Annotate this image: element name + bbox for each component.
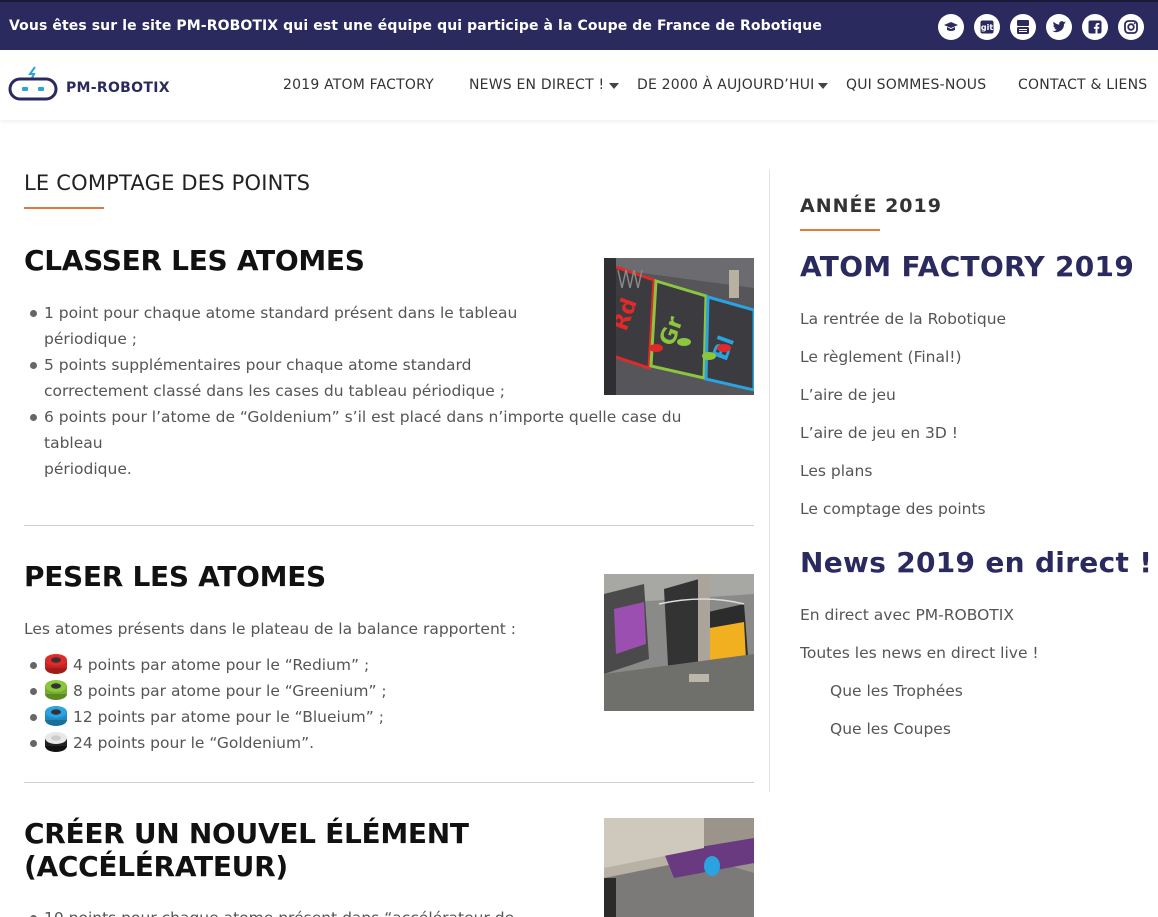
list-item-text: 1 point pour chaque atome standard prése…: [44, 304, 518, 322]
section-title-line: (ACCÉLÉRATEUR): [24, 849, 288, 883]
list-item-text: 10 points pour chaque atome présent dans…: [44, 909, 514, 917]
main-navbar: PM-ROBOTIX 2019 ATOM FACTORY NEWS EN DIR…: [0, 50, 1158, 120]
sidebar-accent-line: [800, 229, 880, 231]
instagram-icon[interactable]: [1118, 14, 1144, 40]
sidebar-link[interactable]: En direct avec PM-ROBOTIX: [800, 606, 1014, 624]
graduation-cap-icon[interactable]: [938, 14, 964, 40]
git-icon[interactable]: git: [974, 14, 1000, 40]
facebook-icon[interactable]: [1082, 14, 1108, 40]
list-item: 24 points pour le “Goldenium”.: [24, 730, 584, 756]
balance-image[interactable]: [604, 574, 754, 711]
sidebar-title-atom-factory[interactable]: ATOM FACTORY 2019: [800, 250, 1134, 283]
list-item-text: 4 points par atome pour le “Redium” ;: [73, 656, 370, 674]
site-logo-text[interactable]: PM-ROBOTIX: [66, 80, 170, 96]
creer-points-list: 10 points pour chaque atome présent dans…: [24, 905, 584, 917]
sidebar-link[interactable]: Toutes les news en direct live !: [800, 644, 1039, 662]
robot-logo-icon[interactable]: [8, 65, 58, 101]
title-accent-line: [24, 207, 104, 209]
list-item: 8 points par atome pour le “Greenium” ;: [24, 678, 584, 704]
top-bar-message: Vous êtes sur le site PM-ROBOTIX qui est…: [9, 18, 822, 34]
page-title: LE COMPTAGE DES POINTS: [24, 171, 311, 195]
nav-news-en-direct[interactable]: NEWS EN DIRECT !: [469, 77, 604, 93]
greenium-atom-icon: [45, 680, 67, 700]
accelerateur-image[interactable]: [604, 818, 754, 917]
chevron-down-icon[interactable]: [818, 83, 828, 89]
twitter-icon[interactable]: [1046, 14, 1072, 40]
nav-de-2000-a-aujourdhui[interactable]: DE 2000 À AUJOURD’HUI: [637, 77, 814, 93]
sidebar-link[interactable]: Le comptage des points: [800, 500, 986, 518]
sidebar-link[interactable]: Les plans: [800, 462, 872, 480]
peser-intro: Les atomes présents dans le plateau de l…: [24, 620, 517, 638]
top-bar: Vous êtes sur le site PM-ROBOTIX qui est…: [0, 0, 1158, 50]
chevron-down-icon[interactable]: [609, 83, 619, 89]
list-item-text: 12 points par atome pour le “Blueium” ;: [73, 708, 384, 726]
sidebar-sublink[interactable]: Que les Coupes: [830, 720, 951, 738]
sidebar-link[interactable]: L’aire de jeu en 3D !: [800, 424, 958, 442]
nav-qui-sommes-nous[interactable]: QUI SOMMES-NOUS: [846, 77, 986, 93]
sidebar-link[interactable]: Le règlement (Final!): [800, 348, 962, 366]
section-title-classer: CLASSER LES ATOMES: [24, 244, 365, 277]
youtube-icon[interactable]: [1010, 14, 1036, 40]
goldenium-atom-icon: [45, 732, 67, 752]
sidebar-link[interactable]: La rentrée de la Robotique: [800, 310, 1006, 328]
list-item: 4 points par atome pour le “Redium” ;: [24, 652, 584, 678]
redium-atom-icon: [45, 654, 67, 674]
list-item-text: périodique ;: [44, 330, 138, 348]
list-item: 10 points pour chaque atome présent dans…: [24, 905, 584, 917]
section-divider: [24, 782, 754, 783]
sidebar-sublink[interactable]: Que les Trophées: [830, 682, 963, 700]
nav-2019-atom-factory[interactable]: 2019 ATOM FACTORY: [283, 77, 434, 93]
list-item-text: 8 points par atome pour le “Greenium” ;: [73, 682, 387, 700]
list-item-text: périodique.: [44, 460, 132, 478]
list-item: 6 points pour l’atome de “Goldenium” s’i…: [24, 404, 724, 482]
sidebar-heading: ANNÉE 2019: [800, 195, 942, 217]
list-item-text: 5 points supplémentaires pour chaque ato…: [44, 356, 472, 374]
list-item: 12 points par atome pour le “Blueium” ;: [24, 704, 584, 730]
periodic-table-image[interactable]: Rd Gr Bl: [604, 258, 754, 395]
section-divider: [24, 525, 754, 526]
section-title-line: CRÉER UN NOUVEL ÉLÉMENT: [24, 817, 469, 850]
section-title-peser: PESER LES ATOMES: [24, 560, 326, 593]
list-item-text: 6 points pour l’atome de “Goldenium” s’i…: [44, 408, 682, 452]
git-icon-label: git: [980, 22, 994, 32]
blueium-atom-icon: [45, 706, 67, 726]
nav-contact-liens[interactable]: CONTACT & LIENS: [1018, 77, 1147, 93]
sidebar-divider: [769, 170, 770, 792]
list-item-text: 24 points pour le “Goldenium”.: [73, 734, 315, 752]
sidebar-title-news[interactable]: News 2019 en direct !: [800, 546, 1152, 579]
peser-points-list: 4 points par atome pour le “Redium” ; 8 …: [24, 652, 584, 756]
sidebar-link[interactable]: L’aire de jeu: [800, 386, 896, 404]
section-title-creer: CRÉER UN NOUVEL ÉLÉMENT (ACCÉLÉRATEUR): [24, 817, 584, 884]
list-item-text: correctement classé dans les cases du ta…: [44, 382, 505, 400]
